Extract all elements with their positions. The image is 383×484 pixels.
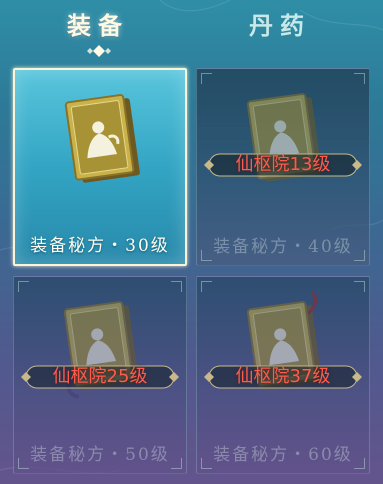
unlock-requirement-text: 仙枢院25级	[52, 366, 148, 387]
frame-corner	[171, 281, 182, 292]
diamond-ornament-icon	[19, 45, 179, 57]
recipe-book-icon	[64, 94, 140, 183]
tab-equipment[interactable]: 装备	[28, 8, 168, 48]
tab-pills[interactable]: 丹药	[210, 8, 350, 48]
frame-corner	[201, 73, 212, 84]
tab-equipment-label: 装备	[67, 11, 129, 40]
recipe-book-icon	[246, 93, 322, 182]
recipe-card-60[interactable]: 仙枢院37级 装备秘方・60级	[196, 276, 370, 474]
unlock-requirement-banner: 仙枢院25级	[20, 363, 180, 391]
recipe-card-50[interactable]: 仙枢院25级 装备秘方・50级	[13, 276, 187, 474]
recipe-card-label: 装备秘方・50级	[30, 445, 170, 465]
recipe-card-40[interactable]: 仙枢院13级 装备秘方・40级	[196, 68, 370, 266]
frame-corner	[201, 281, 212, 292]
frame-corner	[18, 281, 29, 292]
frame-corner	[354, 281, 365, 292]
unlock-requirement-banner: 仙枢院37级	[203, 363, 363, 391]
recipe-card-label: 装备秘方・30级	[30, 236, 170, 256]
unlock-requirement-banner: 仙枢院13级	[203, 151, 363, 179]
recipe-card-label: 装备秘方・60级	[213, 445, 353, 465]
recipe-card-30[interactable]: 装备秘方・30级	[13, 68, 187, 266]
unlock-requirement-text: 仙枢院13级	[235, 154, 331, 175]
tab-pills-label: 丹药	[249, 11, 311, 40]
frame-corner	[354, 73, 365, 84]
unlock-requirement-text: 仙枢院37级	[235, 366, 331, 387]
recipe-card-label: 装备秘方・40级	[213, 237, 353, 257]
